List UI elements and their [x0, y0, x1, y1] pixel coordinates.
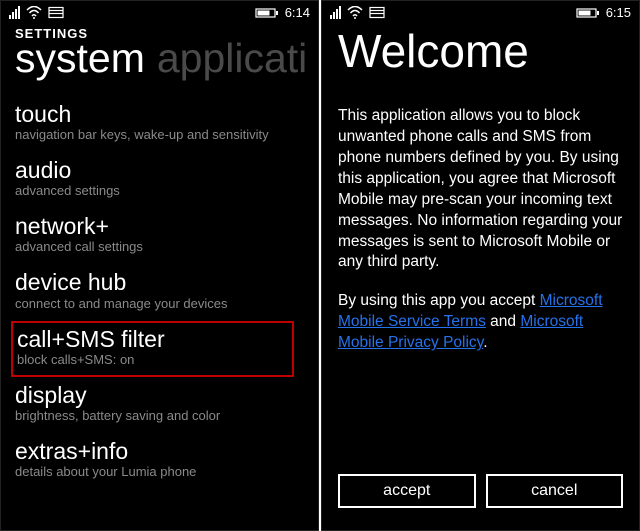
- welcome-title: Welcome: [338, 28, 623, 74]
- tab-applications[interactable]: applicati: [157, 35, 307, 81]
- item-subtitle: details about your Lumia phone: [15, 464, 304, 479]
- terms-period: .: [483, 334, 487, 351]
- pivot-tabs[interactable]: system applicati: [1, 35, 318, 82]
- cancel-button[interactable]: cancel: [486, 474, 624, 508]
- item-title: network+: [15, 214, 304, 238]
- wifi-icon: [347, 6, 363, 19]
- item-title: call+SMS filter: [17, 327, 288, 351]
- item-title: audio: [15, 158, 304, 182]
- message-icon: [48, 6, 64, 19]
- welcome-body-text: This application allows you to block unw…: [338, 106, 623, 273]
- item-subtitle: navigation bar keys, wake-up and sensiti…: [15, 127, 304, 142]
- terms-prefix: By using this app you accept: [338, 292, 540, 309]
- signal-icon: [330, 6, 341, 19]
- item-title: extras+info: [15, 439, 304, 463]
- status-bar: 6:14: [1, 1, 318, 22]
- accept-button[interactable]: accept: [338, 474, 476, 508]
- settings-item-call-sms-filter[interactable]: call+SMS filter block calls+SMS: on: [11, 321, 294, 377]
- clock: 6:14: [285, 5, 310, 20]
- welcome-terms-text: By using this app you accept Microsoft M…: [338, 291, 623, 354]
- tab-system[interactable]: system: [15, 35, 145, 81]
- settings-item-audio[interactable]: audio advanced settings: [15, 152, 304, 208]
- item-subtitle: advanced call settings: [15, 239, 304, 254]
- item-title: device hub: [15, 270, 304, 294]
- item-title: display: [15, 383, 304, 407]
- settings-screen: 6:14 SETTINGS systemapplicati touch navi…: [0, 0, 319, 531]
- signal-icon: [9, 6, 20, 19]
- terms-joiner: and: [486, 313, 520, 330]
- battery-icon: [255, 7, 279, 19]
- settings-item-extras-info[interactable]: extras+info details about your Lumia pho…: [15, 433, 304, 489]
- status-bar: 6:15: [322, 1, 639, 22]
- settings-item-device-hub[interactable]: device hub connect to and manage your de…: [15, 264, 304, 320]
- item-subtitle: advanced settings: [15, 183, 304, 198]
- button-row: accept cancel: [338, 474, 623, 508]
- settings-list[interactable]: touch navigation bar keys, wake-up and s…: [1, 82, 318, 489]
- battery-icon: [576, 7, 600, 19]
- message-icon: [369, 6, 385, 19]
- item-subtitle: brightness, battery saving and color: [15, 408, 304, 423]
- settings-item-display[interactable]: display brightness, battery saving and c…: [15, 377, 304, 433]
- wifi-icon: [26, 6, 42, 19]
- clock: 6:15: [606, 5, 631, 20]
- settings-item-network-plus[interactable]: network+ advanced call settings: [15, 208, 304, 264]
- item-title: touch: [15, 102, 304, 126]
- settings-item-touch[interactable]: touch navigation bar keys, wake-up and s…: [15, 96, 304, 152]
- item-subtitle: block calls+SMS: on: [17, 352, 288, 367]
- welcome-screen: 6:15 Welcome This application allows you…: [321, 0, 640, 531]
- item-subtitle: connect to and manage your devices: [15, 296, 304, 311]
